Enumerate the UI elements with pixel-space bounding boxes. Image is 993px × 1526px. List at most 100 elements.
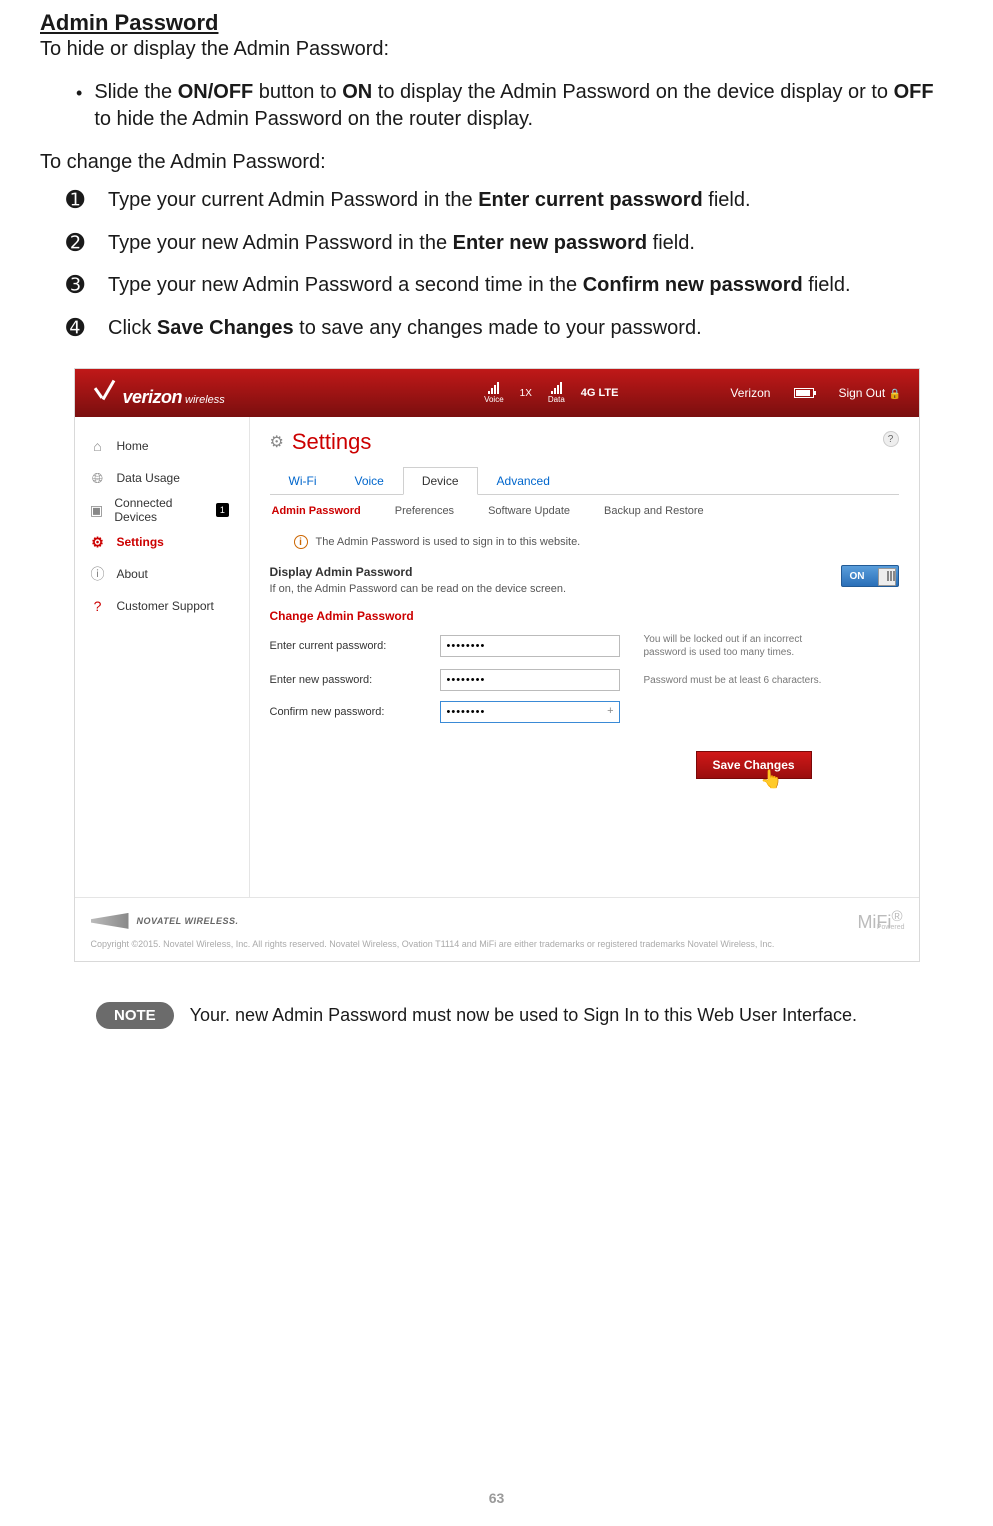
- step-number-icon: ➊: [66, 186, 90, 215]
- confirm-password-input[interactable]: [440, 701, 620, 723]
- save-changes-button[interactable]: Save Changes 👆: [696, 751, 812, 779]
- bullet-list: • Slide the ON/OFF button to ON to displ…: [40, 79, 953, 133]
- confirm-password-label: Confirm new password:: [270, 706, 440, 718]
- txt: Type your new Admin Password in the: [108, 232, 453, 254]
- sidebar-item-about[interactable]: ⓘ About: [89, 559, 239, 589]
- help-button[interactable]: ?: [883, 431, 899, 447]
- subtab-preferences[interactable]: Preferences: [395, 505, 454, 517]
- verizon-check-icon: [93, 379, 121, 403]
- sidebar-item-label: About: [117, 567, 148, 581]
- help-icon: ?: [89, 597, 107, 615]
- step-3: ➌ Type your new Admin Password a second …: [66, 271, 953, 300]
- sidebar-item-label: Home: [117, 439, 149, 453]
- brand-text: verizon: [123, 387, 183, 408]
- new-password-row: Enter new password: Password must be at …: [270, 669, 899, 691]
- subtab-backup-restore[interactable]: Backup and Restore: [604, 505, 704, 517]
- txt: field.: [703, 189, 751, 211]
- step-number-icon: ➌: [66, 271, 90, 300]
- verizon-logo: verizon wireless: [93, 379, 225, 408]
- input-caret-icon: +: [607, 705, 613, 717]
- txt-bold: ON/OFF: [178, 81, 254, 103]
- step-text: Click Save Changes to save any changes m…: [108, 314, 702, 342]
- txt: Type your new Admin Password a second ti…: [108, 274, 583, 296]
- sidebar-item-connected-devices[interactable]: ▣ Connected Devices 1: [89, 495, 239, 525]
- display-password-text: Display Admin Password If on, the Admin …: [270, 565, 567, 595]
- sidebar-item-label: Connected Devices: [114, 496, 206, 524]
- data-label: Data: [548, 395, 565, 404]
- new-password-input[interactable]: [440, 669, 620, 691]
- network-1x-label: 1X: [520, 388, 532, 399]
- network-4g-label: 4G LTE: [581, 387, 619, 399]
- steps-list: ➊ Type your current Admin Password in th…: [40, 186, 953, 342]
- app-header: verizon wireless Voice 1X Data 4G LTE Ve…: [75, 369, 919, 417]
- subtabs: Admin Password Preferences Software Upda…: [270, 495, 899, 525]
- sidebar-item-data-usage[interactable]: 🌐︎Data Usage: [89, 463, 239, 493]
- txt-bold: Confirm new password: [583, 274, 803, 296]
- txt: to save any changes made to your passwor…: [294, 317, 702, 339]
- sidebar: ⌂Home 🌐︎Data Usage ▣ Connected Devices 1 ⚙…: [75, 417, 249, 897]
- page-title-row: ⚙ Settings: [270, 429, 899, 455]
- carrier-label: Verizon: [730, 386, 770, 400]
- display-password-subtext: If on, the Admin Password can be read on…: [270, 583, 567, 595]
- page-number: 63: [0, 1490, 993, 1506]
- confirm-password-row: Confirm new password: +: [270, 701, 899, 723]
- info-text: The Admin Password is used to sign in to…: [316, 536, 581, 548]
- signal-bars-icon: [551, 382, 562, 394]
- data-signal: Data: [548, 382, 565, 404]
- sidebar-item-settings[interactable]: ⚙Settings: [89, 527, 239, 557]
- cursor-hand-icon: 👆: [760, 769, 782, 790]
- txt: to hide the Admin Password on the router…: [94, 108, 533, 130]
- current-password-hint: You will be locked out if an incorrect p…: [644, 633, 834, 659]
- subtab-software-update[interactable]: Software Update: [488, 505, 570, 517]
- note-text: Your. new Admin Password must now be use…: [190, 1005, 857, 1026]
- txt-bold: Save Changes: [157, 317, 294, 339]
- tab-device[interactable]: Device: [403, 467, 478, 495]
- mifi-logo: MiFi® Powered: [857, 908, 902, 933]
- tab-advanced[interactable]: Advanced: [478, 467, 569, 495]
- txt: to display the Admin Password on the dev…: [372, 81, 893, 103]
- note-pill: NOTE: [96, 1002, 174, 1029]
- txt: Slide the: [94, 81, 177, 103]
- intro-text-2: To change the Admin Password:: [40, 151, 953, 174]
- txt-bold: ON: [342, 81, 372, 103]
- display-password-toggle[interactable]: ON: [841, 565, 899, 587]
- section-title: Admin Password: [40, 10, 953, 36]
- txt: Click: [108, 317, 157, 339]
- novatel-logo: NOVATEL WIRELESS.: [91, 913, 239, 929]
- current-password-input[interactable]: [440, 635, 620, 657]
- step-number-icon: ➍: [66, 314, 90, 343]
- step-4: ➍ Click Save Changes to save any changes…: [66, 314, 953, 343]
- header-status-icons: Voice 1X Data 4G LTE: [484, 382, 618, 404]
- sidebar-item-home[interactable]: ⌂Home: [89, 431, 239, 461]
- step-1: ➊ Type your current Admin Password in th…: [66, 186, 953, 215]
- gear-icon: ⚙: [270, 432, 284, 452]
- step-text: Type your current Admin Password in the …: [108, 186, 751, 214]
- txt-bold: OFF: [894, 81, 934, 103]
- txt: field.: [647, 232, 695, 254]
- voice-label: Voice: [484, 395, 504, 404]
- tab-voice[interactable]: Voice: [335, 467, 402, 495]
- device-count-badge: 1: [216, 503, 228, 517]
- bullet-text: Slide the ON/OFF button to ON to display…: [94, 79, 953, 133]
- bullet-dot-icon: •: [76, 79, 82, 108]
- display-password-heading: Display Admin Password: [270, 565, 567, 579]
- info-icon: ⓘ: [89, 565, 107, 583]
- sign-out-label: Sign Out: [838, 386, 885, 400]
- subtab-admin-password[interactable]: Admin Password: [272, 505, 361, 517]
- sign-out-link[interactable]: Sign Out: [838, 386, 898, 400]
- new-password-hint: Password must be at least 6 characters.: [644, 674, 834, 687]
- lock-icon: [889, 386, 899, 396]
- devices-icon: ▣: [89, 501, 105, 519]
- tab-wifi[interactable]: Wi-Fi: [270, 467, 336, 495]
- bullet-item: • Slide the ON/OFF button to ON to displ…: [76, 79, 953, 133]
- screenshot-figure: verizon wireless Voice 1X Data 4G LTE Ve…: [74, 368, 920, 962]
- step-text: Type your new Admin Password in the Ente…: [108, 229, 695, 257]
- page-title: Settings: [292, 429, 372, 455]
- note-callout: NOTE Your. new Admin Password must now b…: [40, 1002, 953, 1029]
- txt: button to: [253, 81, 342, 103]
- sidebar-item-customer-support[interactable]: ?Customer Support: [89, 591, 239, 621]
- brand-subtext: wireless: [185, 394, 225, 406]
- sidebar-item-label: Settings: [117, 535, 164, 549]
- step-2: ➋ Type your new Admin Password in the En…: [66, 229, 953, 258]
- sidebar-item-label: Data Usage: [117, 471, 180, 485]
